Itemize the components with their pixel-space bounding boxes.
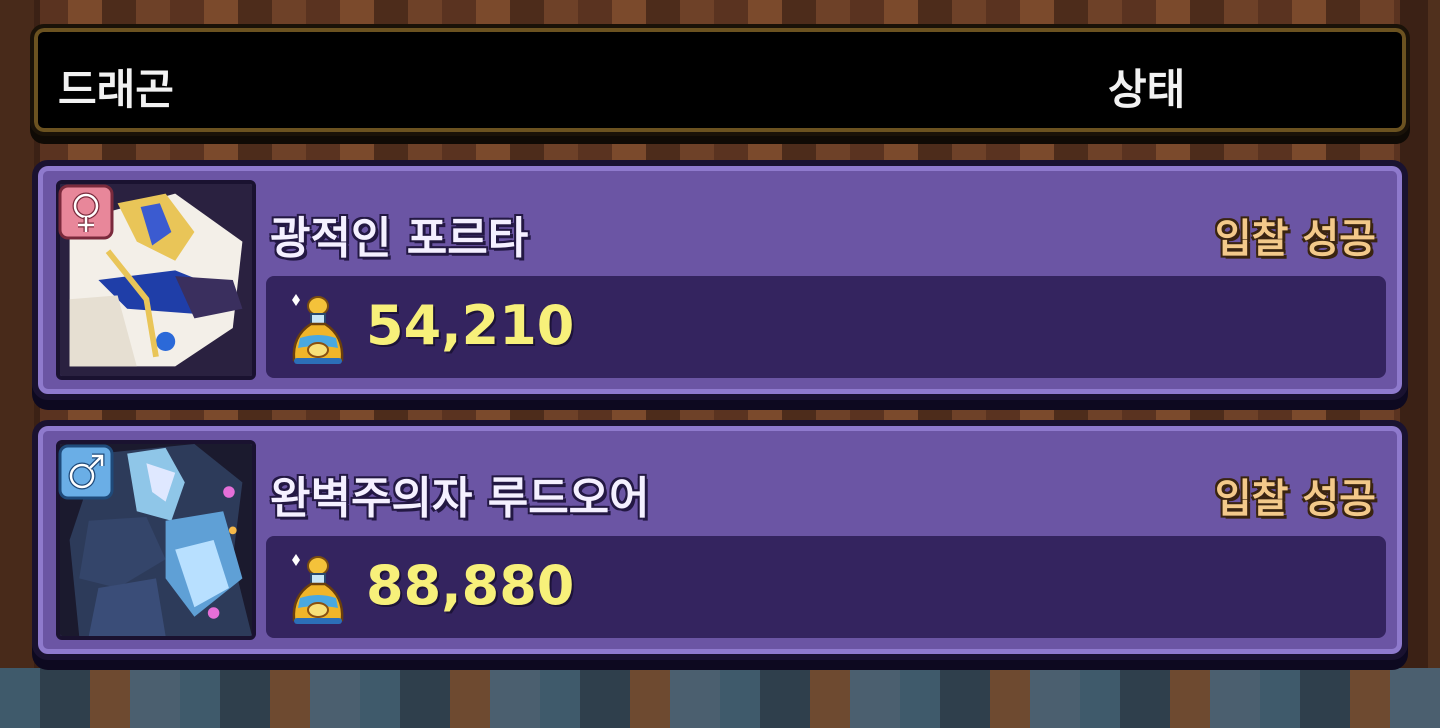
bid-price-bar: 54,210 — [266, 276, 1386, 378]
dragon-name: 광적인 포르타 — [270, 213, 529, 264]
background-scene — [0, 668, 1440, 728]
male-symbol-icon — [58, 444, 114, 500]
bid-price-bar: 88,880 — [266, 536, 1386, 638]
bid-status: 입찰 성공 — [1214, 216, 1376, 262]
list-header: 드래곤 상태 — [30, 24, 1410, 136]
dragon-listing-row[interactable]: 광적인 포르타 입찰 성공 54,210 — [32, 160, 1408, 400]
column-header-status: 상태 — [1108, 65, 1186, 114]
female-symbol-icon — [58, 184, 114, 240]
gold-potion-icon — [284, 286, 348, 368]
bid-price: 88,880 — [366, 554, 575, 617]
bid-price: 54,210 — [366, 294, 575, 357]
column-header-dragon: 드래곤 — [58, 65, 174, 114]
dragon-listing-row[interactable]: 완벽주의자 루드오어 입찰 성공 88,880 — [32, 420, 1408, 660]
gold-potion-icon — [284, 546, 348, 628]
dragon-name: 완벽주의자 루드오어 — [270, 473, 650, 524]
bid-status: 입찰 성공 — [1214, 476, 1376, 522]
